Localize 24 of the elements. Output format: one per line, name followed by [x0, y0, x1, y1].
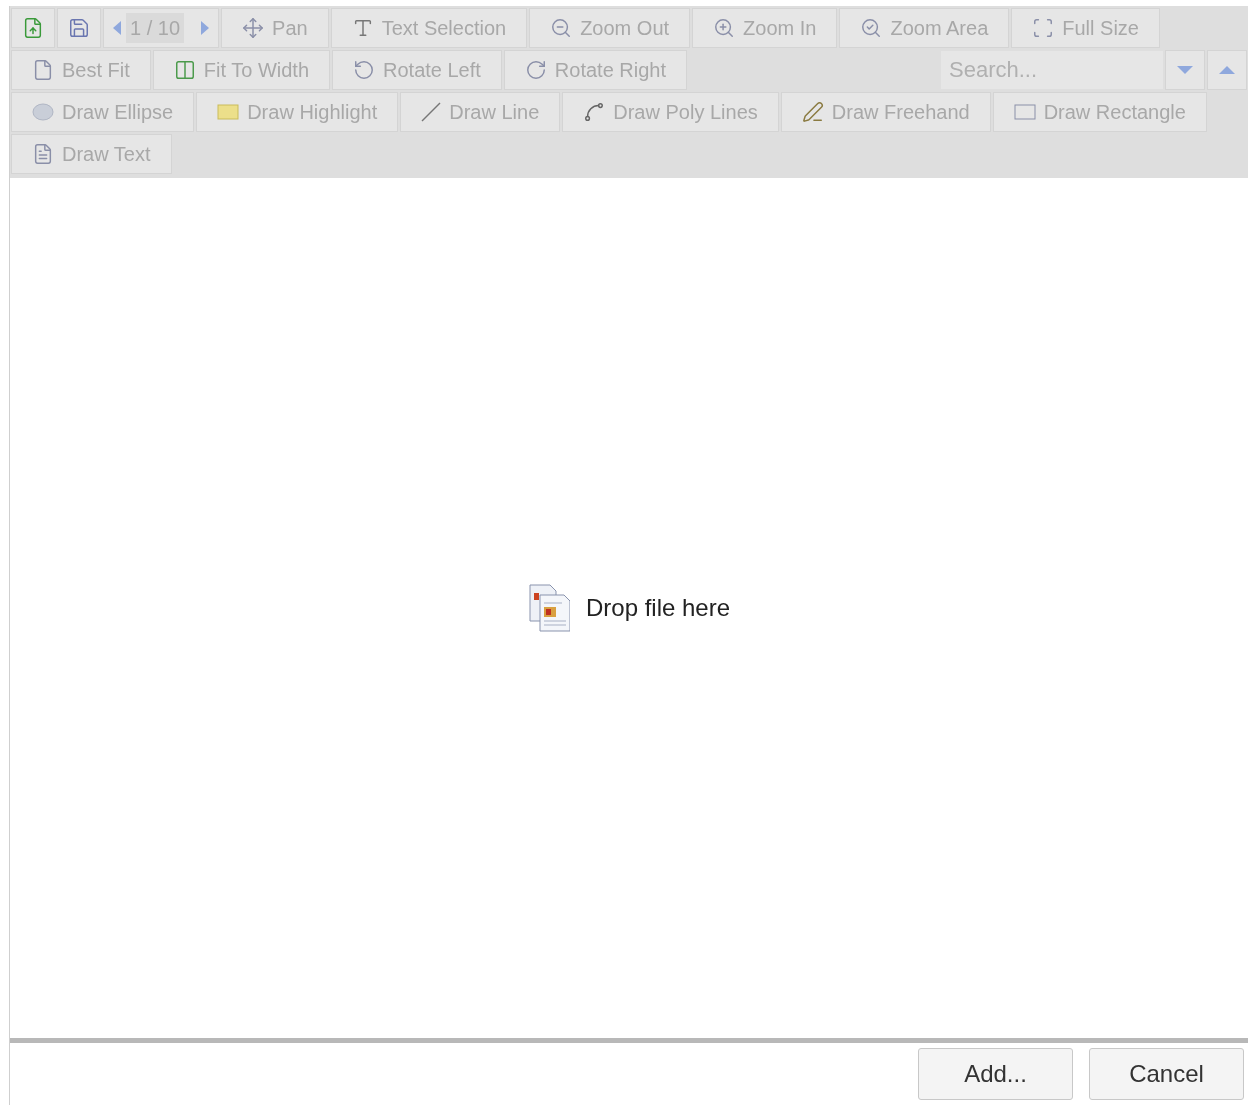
ellipse-icon — [32, 103, 54, 121]
up-arrow-icon — [1218, 65, 1236, 75]
dialog-button[interactable]: Cancel — [1089, 1048, 1244, 1100]
highlight-icon — [217, 104, 240, 120]
polyline-icon — [583, 101, 606, 123]
save-icon — [68, 17, 90, 39]
full-size-icon — [1032, 17, 1055, 39]
move-icon — [242, 17, 265, 39]
dialog-button[interactable]: Add... — [918, 1048, 1073, 1100]
drop-label: Drop file here — [585, 593, 731, 623]
down-arrow-icon — [1176, 65, 1194, 75]
zoom-out-icon — [550, 17, 573, 39]
file-upload-icon — [22, 17, 44, 39]
rotate-right-icon — [524, 59, 547, 81]
text-box-icon — [32, 143, 54, 165]
pen-icon — [801, 101, 824, 123]
rotate-left-icon — [353, 59, 375, 81]
zoom-in-icon — [713, 17, 736, 39]
line-icon — [421, 102, 442, 122]
documents-icon — [527, 583, 570, 633]
rectangle-icon — [1013, 104, 1036, 120]
fit-width-icon — [173, 59, 196, 81]
page-icon — [32, 59, 54, 81]
zoom-area-icon — [860, 17, 883, 39]
